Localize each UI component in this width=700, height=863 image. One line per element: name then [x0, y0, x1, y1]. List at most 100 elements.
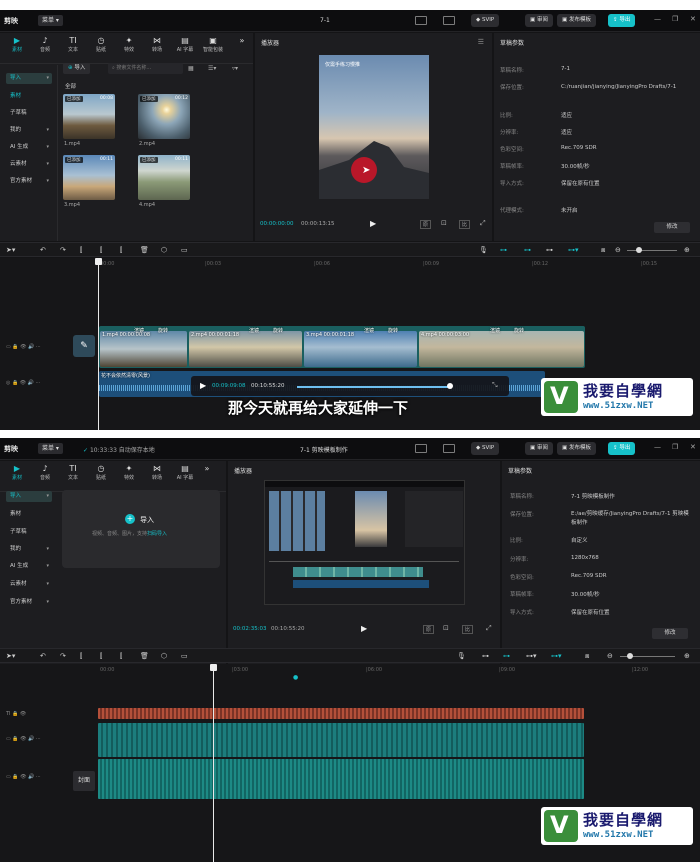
side-cloud[interactable]: 云素材 ▾ [6, 579, 52, 590]
side-subdraft[interactable]: 子草稿 [6, 527, 52, 538]
side-official[interactable]: 官方素材 ▾ [6, 176, 52, 187]
crop-icon[interactable]: ⊡ [443, 624, 449, 632]
import-button[interactable]: ⊕ 导入 [63, 63, 91, 74]
maximize-icon[interactable]: ❐ [672, 15, 678, 23]
zoom-in-icon[interactable]: ⊕ [684, 652, 690, 660]
media-thumb-1[interactable]: 已添加 00:08 [63, 94, 115, 139]
overlay-fullscreen-icon[interactable]: ⤡ [492, 381, 498, 390]
layout-icon[interactable] [415, 16, 427, 25]
video-clip-3[interactable]: 3.mp4 00:00:01:18 [304, 331, 417, 367]
video-track-2-controls[interactable]: ▭ 🔒 👁 🔊 ⋯ [6, 736, 41, 742]
mic-icon[interactable]: 🎙 [457, 652, 466, 660]
ratio-icon[interactable]: 原 [420, 220, 432, 229]
cover-edit-icon[interactable]: ✎ [73, 335, 95, 357]
more-tabs-icon[interactable]: » [200, 463, 214, 474]
media-thumb-2[interactable]: 已添加 00:12 [138, 94, 190, 139]
zoom-slider[interactable] [627, 250, 677, 251]
zoom-handle[interactable] [627, 653, 633, 659]
marker-icon[interactable]: ● [293, 674, 298, 681]
link-icon[interactable]: ⊶▾ [526, 652, 537, 660]
audio-track-controls[interactable]: ◎ 🔒 👁 🔊 ⋯ [6, 380, 41, 386]
fit-icon[interactable]: ⧈ [601, 246, 605, 255]
tab-transition[interactable]: ⋈ 转场 [144, 35, 170, 53]
video-clip-2[interactable]: 2.mp4 00:00:01:18 [189, 331, 302, 367]
aspect-icon[interactable]: 比 [462, 625, 474, 634]
split-left-icon[interactable]: ⫿ [100, 246, 102, 255]
side-cloud[interactable]: 云素材 ▾ [6, 159, 52, 170]
split-right-icon[interactable]: ⫿ [120, 246, 122, 255]
minimize-icon[interactable]: — [654, 15, 661, 23]
fit-icon[interactable]: ⧈ [585, 652, 589, 661]
close-icon[interactable]: ✕ [690, 443, 696, 451]
delete-icon[interactable]: 🗑 [140, 246, 149, 254]
play-icon[interactable]: ▶ [370, 219, 376, 228]
tab-media[interactable]: ▶ 素材 [4, 35, 30, 53]
preview-axis-icon[interactable]: ⊶▾ [551, 652, 562, 660]
overlay-seek-handle[interactable] [447, 383, 453, 389]
cover-button[interactable]: 封面 [73, 771, 95, 791]
tab-sticker[interactable]: ◷ 贴纸 [88, 463, 114, 481]
side-official[interactable]: 官方素材 ▾ [6, 597, 52, 608]
overlay-play-icon[interactable]: ▶ [200, 381, 206, 390]
zoom-out-icon[interactable]: ⊖ [607, 652, 613, 660]
edit-button[interactable]: 修改 [652, 628, 688, 639]
main-track-magnet-icon[interactable]: ⊶ [500, 246, 507, 254]
playhead[interactable] [213, 666, 214, 862]
tab-media[interactable]: ▶ 素材 [4, 463, 30, 481]
mark-icon[interactable]: ⬡ [161, 652, 167, 660]
side-mine[interactable]: 我的 ▾ [6, 125, 52, 136]
preview-axis-icon[interactable]: ⊶▾ [568, 246, 579, 254]
scan-import-link[interactable]: 扫码导入 [147, 531, 167, 537]
side-import[interactable]: 导入 ▾ [6, 491, 52, 502]
side-ai-gen[interactable]: AI 生成 ▾ [6, 142, 52, 153]
tab-effects[interactable]: ✦ 特效 [116, 463, 142, 481]
video-clip-1[interactable]: 1.mp4 00:00:00:08 [100, 331, 187, 367]
tab-audio[interactable]: ♪ 音频 [32, 463, 58, 481]
overlay-track-clips[interactable] [98, 723, 584, 757]
main-track-controls[interactable]: ▭ 🔒 👁 🔊 ⋯ [6, 774, 41, 780]
redo-icon[interactable]: ↷ [60, 246, 66, 254]
undo-icon[interactable]: ↶ [40, 652, 46, 660]
tab-ai-caption[interactable]: ▤ AI 字幕 [172, 35, 198, 53]
aspect-icon[interactable]: 比 [459, 220, 471, 229]
ratio-icon[interactable]: 原 [423, 625, 435, 634]
tab-text[interactable]: TI 文本 [60, 463, 86, 481]
crop-icon[interactable]: ⊡ [441, 219, 447, 227]
tab-text[interactable]: TI 文本 [60, 35, 86, 53]
side-mine[interactable]: 我的 ▾ [6, 544, 52, 555]
main-track-controls[interactable]: ▭ 🔒 👁 🔊 ⋯ [6, 344, 41, 350]
mark-icon[interactable]: ⬡ [161, 246, 167, 254]
video-clip-4[interactable]: 4.mp4 00:00:03:00 [419, 331, 584, 367]
auto-snap-icon[interactable]: ⊶ [524, 246, 531, 254]
shortcut-icon[interactable] [443, 16, 455, 25]
tab-audio[interactable]: ♪ 音频 [32, 35, 58, 53]
svip-button[interactable]: ◆ SVIP [471, 14, 500, 27]
tab-ai-caption[interactable]: ▤ AI 字幕 [172, 463, 198, 481]
filter-icon[interactable]: ▿▾ [232, 65, 238, 72]
link-icon[interactable]: ⊶ [546, 246, 553, 254]
filter-all[interactable]: 全部 [65, 82, 76, 90]
zoom-in-icon[interactable]: ⊕ [684, 246, 690, 254]
side-import[interactable]: 导入 ▾ [6, 73, 52, 84]
publish-template-button[interactable]: ▣ 发布模板 [557, 14, 596, 27]
review-button[interactable]: ▣ 审阅 [525, 14, 553, 27]
import-dropzone[interactable]: + 导入 视频、音频、图片，支持扫码导入 [62, 490, 220, 568]
split-right-icon[interactable]: ⫿ [120, 652, 122, 661]
side-material[interactable]: 素材 [6, 509, 52, 520]
close-icon[interactable]: ✕ [690, 15, 696, 23]
zoom-out-icon[interactable]: ⊖ [615, 246, 621, 254]
select-tool-icon[interactable]: ➤▾ [6, 652, 15, 660]
maximize-icon[interactable]: ❐ [672, 443, 678, 451]
tab-effects[interactable]: ✦ 特效 [116, 35, 142, 53]
play-icon[interactable]: ▶ [361, 624, 367, 633]
review-button[interactable]: ▣ 审阅 [525, 442, 553, 455]
side-material[interactable]: 素材 [6, 91, 52, 102]
more-tabs-icon[interactable]: » [236, 35, 248, 46]
redo-icon[interactable]: ↷ [60, 652, 66, 660]
mic-icon[interactable]: 🎙 [479, 246, 488, 254]
publish-template-button[interactable]: ▣ 发布模板 [557, 442, 596, 455]
sort-icon[interactable]: ☰▾ [208, 65, 216, 72]
shortcut-icon[interactable] [443, 444, 455, 453]
main-track-clips[interactable] [98, 759, 584, 799]
svip-button[interactable]: ◆ SVIP [471, 442, 500, 455]
